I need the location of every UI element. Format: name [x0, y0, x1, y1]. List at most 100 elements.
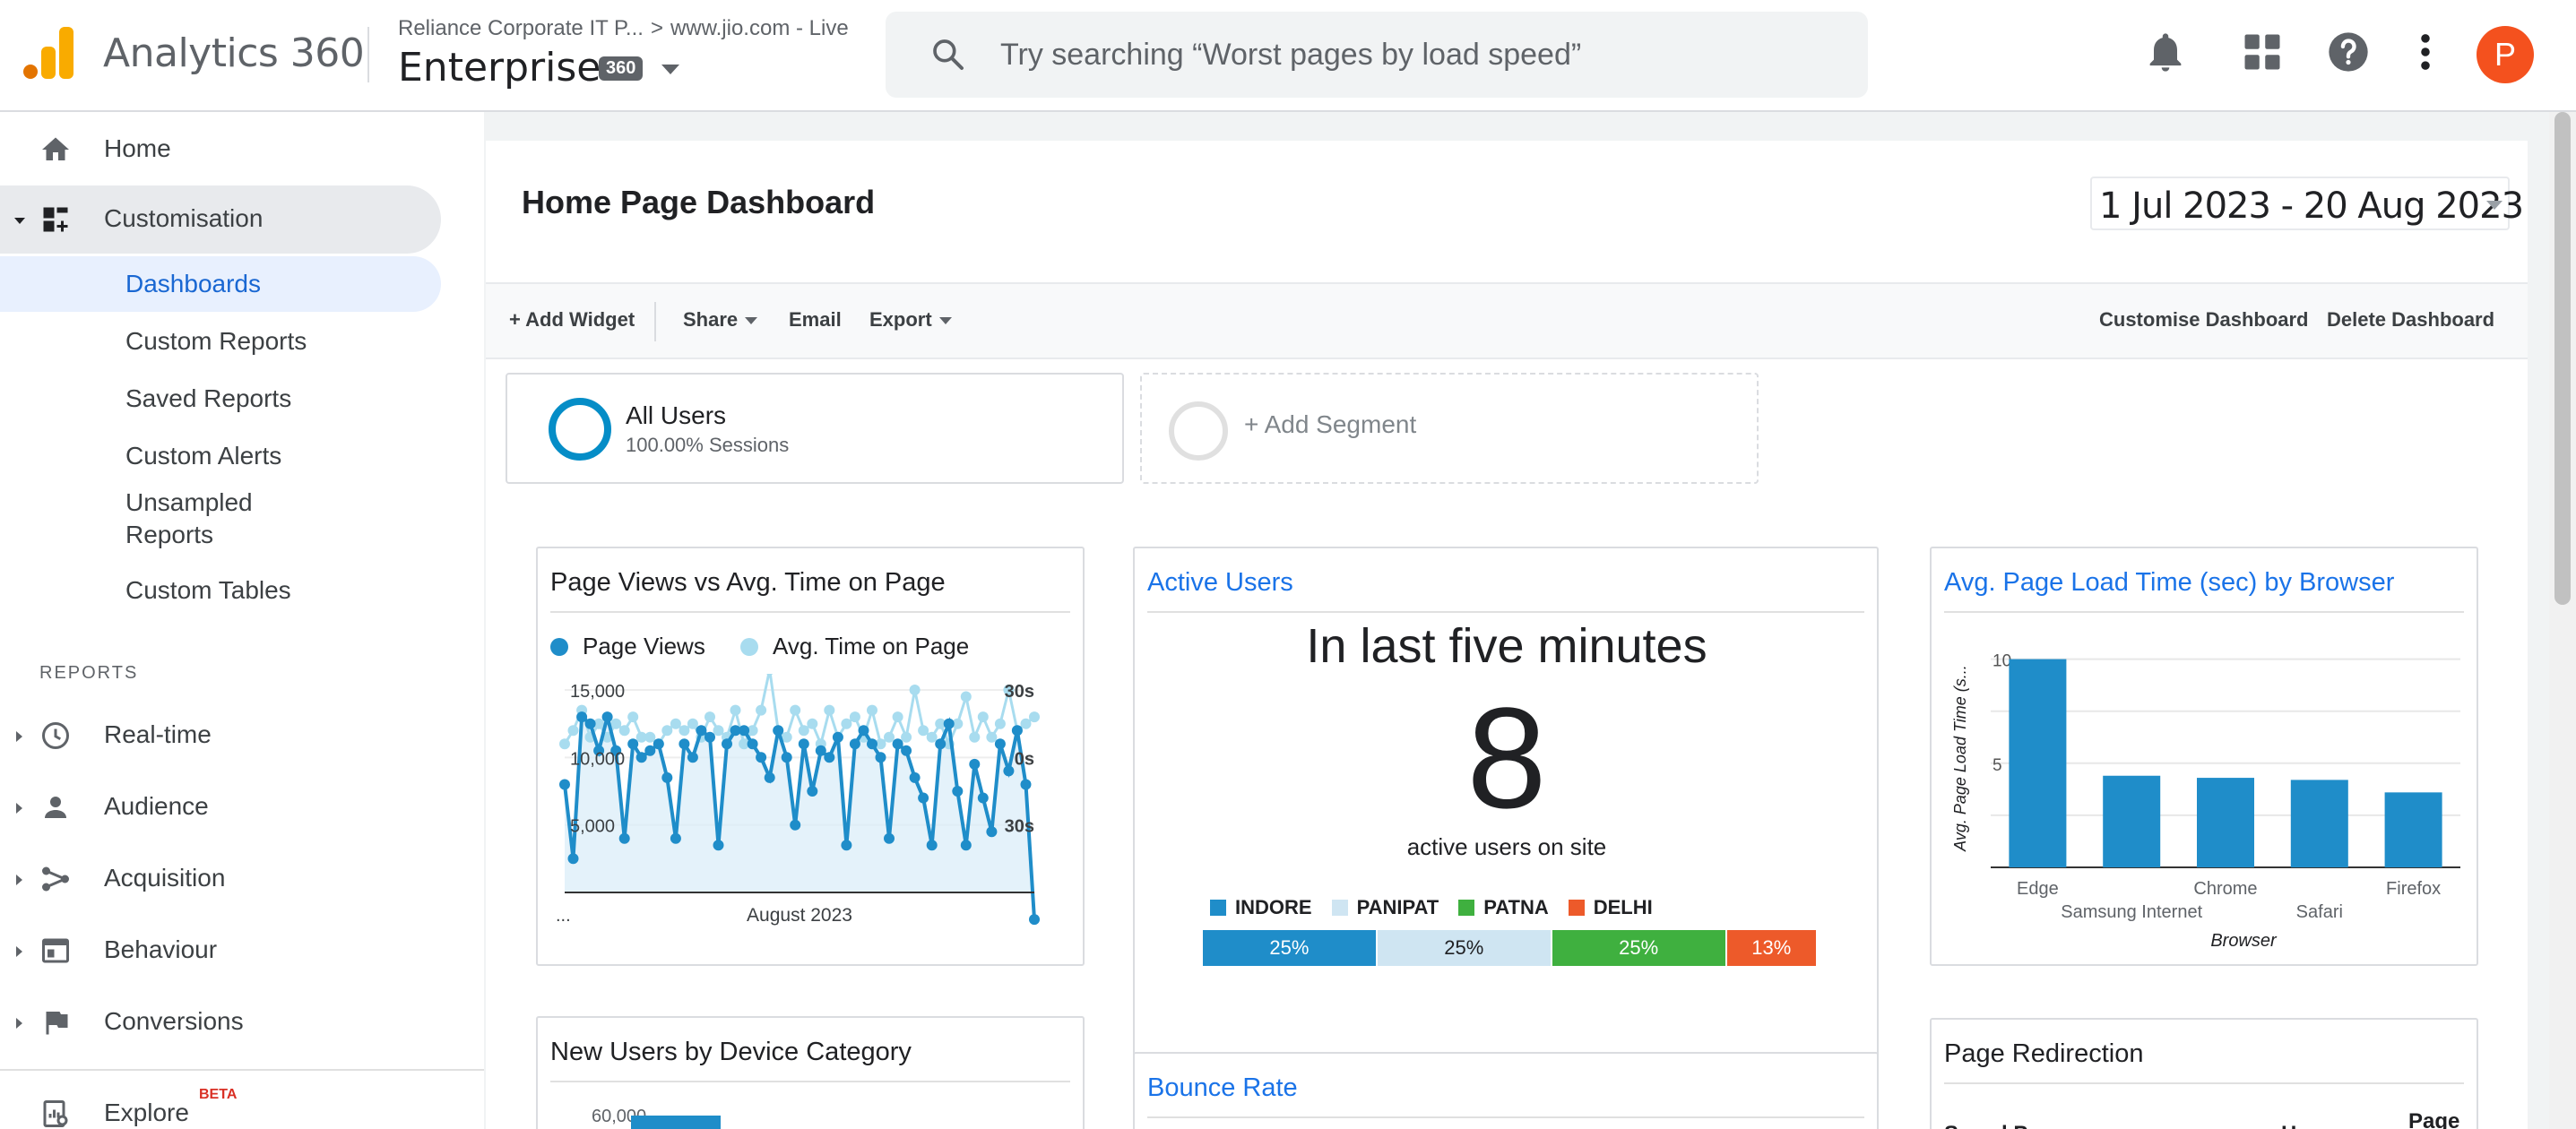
expand-arrow-icon[interactable] — [16, 946, 22, 957]
expand-arrow-icon[interactable] — [16, 875, 22, 885]
left-nav-sidebar: Home Customisation Dashboards Custom Rep… — [0, 112, 484, 1129]
analytics-logo-icon[interactable] — [23, 27, 73, 79]
view-360-badge: 360 — [599, 56, 644, 81]
more-vert-icon[interactable] — [2402, 29, 2449, 75]
active-users-headline: In last five minutes — [1306, 619, 1707, 673]
vertical-scrollbar[interactable] — [2549, 112, 2576, 1129]
apps-grid-icon[interactable] — [2239, 29, 2286, 75]
explore-beta-badge: BETA — [199, 1087, 238, 1102]
data-point — [918, 725, 929, 737]
expand-arrow-icon[interactable] — [16, 1018, 22, 1029]
account-breadcrumb[interactable]: Reliance Corporate IT P... > www.jio.com -… — [398, 16, 849, 41]
data-point — [918, 792, 929, 804]
data-point — [756, 704, 767, 716]
scrollbar-thumb[interactable] — [2554, 112, 2571, 605]
widget-page-load-time: Avg. Page Load Time (sec) by Browser 10 5… — [1930, 547, 2478, 966]
data-point — [832, 731, 843, 743]
data-point — [739, 725, 750, 737]
nav-dashboards[interactable]: Dashboards — [0, 256, 441, 312]
account-avatar[interactable]: P — [2477, 26, 2534, 83]
data-point — [926, 840, 938, 851]
nav-unsampled-reports[interactable]: Unsampled Reports — [0, 481, 441, 556]
table-column-header[interactable]: Page — [2408, 1109, 2459, 1129]
help-icon[interactable] — [2325, 29, 2372, 75]
search-bar[interactable] — [886, 12, 1868, 98]
data-point — [661, 725, 673, 737]
expand-arrow-icon[interactable] — [16, 731, 22, 742]
legend-label: PANIPAT — [1356, 896, 1439, 918]
expand-arrow-icon[interactable] — [16, 803, 22, 814]
data-point — [1029, 914, 1040, 926]
nav-custom-alerts[interactable]: Custom Alerts — [0, 428, 441, 484]
city-segment-indore[interactable]: 25% — [1203, 930, 1376, 966]
legend-item-panipat: PANIPAT — [1331, 896, 1439, 919]
nav-custom-tables[interactable]: Custom Tables — [0, 563, 441, 618]
expand-arrow-icon[interactable] — [14, 218, 25, 224]
add-widget-button[interactable]: + Add Widget — [509, 308, 635, 332]
city-segment-panipat[interactable]: 25% — [1377, 930, 1551, 966]
notifications-bell-icon[interactable] — [2142, 29, 2189, 75]
nav-acquisition[interactable]: Acquisition — [0, 845, 441, 913]
data-point — [747, 738, 758, 750]
nav-behaviour[interactable]: Behaviour — [0, 917, 441, 985]
nav-customisation[interactable]: Customisation — [0, 185, 441, 254]
widget-title: New Users by Device Category — [550, 1038, 912, 1066]
city-segment-patna[interactable]: 25% — [1552, 930, 1725, 966]
load-time-bar-chart[interactable]: 10 5 EdgeSamsung Internet Chrome Safari Firef… — [1932, 616, 2477, 957]
widget-title-link[interactable]: Active Users — [1147, 568, 1293, 598]
nav-realtime[interactable]: Real-time — [0, 702, 441, 770]
data-point — [559, 779, 570, 790]
load-time-bar-firefox — [2384, 792, 2442, 867]
view-selector-dropdown-icon[interactable] — [661, 65, 679, 74]
legend-label: PATNA — [1483, 896, 1549, 918]
nav-custom-tables-label: Custom Tables — [125, 576, 291, 604]
data-point — [670, 832, 681, 844]
delete-dashboard-button[interactable]: Delete Dashboard — [2327, 308, 2494, 332]
y-tick-label: 5 — [1993, 756, 2002, 775]
widget-title-link[interactable]: Avg. Page Load Time (sec) by Browser — [1944, 568, 2394, 598]
nav-saved-reports[interactable]: Saved Reports — [0, 371, 441, 427]
nav-custom-reports[interactable]: Custom Reports — [0, 314, 441, 369]
load-time-bar-samsung-internet — [2103, 775, 2161, 867]
active-users-city-bar[interactable]: 25% 25% 25% 13% — [1203, 930, 1818, 966]
nav-home[interactable]: Home — [0, 116, 441, 184]
legend-item-delhi: DELHI — [1568, 896, 1653, 919]
dashboard-toolbar: + Add Widget Share Email Export Customis… — [486, 282, 2528, 359]
city-segment-delhi[interactable]: 13% — [1726, 930, 1816, 966]
legend-item-indore: INDORE — [1210, 896, 1312, 919]
table-column-header[interactable]: H... — [2281, 1122, 2314, 1129]
search-input[interactable] — [1000, 12, 1807, 98]
nav-conversions[interactable]: Conversions — [0, 988, 441, 1056]
share-label: Share — [683, 308, 739, 331]
data-point — [764, 771, 775, 783]
email-button[interactable]: Email — [789, 308, 842, 332]
add-segment-button[interactable]: + Add Segment — [1140, 373, 1759, 484]
data-point — [601, 711, 613, 723]
top-divider — [367, 27, 369, 82]
nav-audience[interactable]: Audience — [0, 773, 441, 841]
view-selector-name[interactable]: Enterprise — [398, 45, 601, 90]
date-range-text: 1 Jul 2023 - 20 Aug 2023 — [2099, 185, 2524, 227]
data-point — [679, 738, 690, 750]
home-icon — [42, 137, 69, 160]
widget-title-link[interactable]: Bounce Rate — [1147, 1073, 1298, 1103]
data-point — [644, 745, 656, 756]
pageviews-line-chart[interactable]: 15,000 30s 10,000 0s 5,000 30s... August 2023 — [538, 674, 1083, 943]
data-point — [661, 771, 673, 783]
customise-dashboard-button[interactable]: Customise Dashboard — [2099, 308, 2309, 332]
segment-all-users[interactable]: All Users 100.00% Sessions — [506, 373, 1124, 484]
date-range-picker[interactable]: 1 Jul 2023 - 20 Aug 2023 — [2090, 177, 2524, 230]
legend-swatch — [740, 638, 758, 656]
dashboard-customise-icon — [43, 207, 68, 232]
x-tick-label: Chrome — [2193, 879, 2257, 899]
date-range-dropdown-icon[interactable] — [2486, 201, 2503, 210]
add-segment-label: + Add Segment — [1244, 410, 1417, 438]
segment-name: All Users — [626, 401, 727, 429]
table-column-header[interactable]: Saved Pa... — [1944, 1122, 2058, 1129]
widget-divider — [550, 611, 1070, 613]
device-bar[interactable] — [631, 1116, 721, 1129]
export-button[interactable]: Export — [869, 308, 952, 332]
legend-label: DELHI — [1593, 896, 1653, 918]
share-button[interactable]: Share — [683, 308, 758, 332]
clock-icon — [42, 722, 69, 749]
